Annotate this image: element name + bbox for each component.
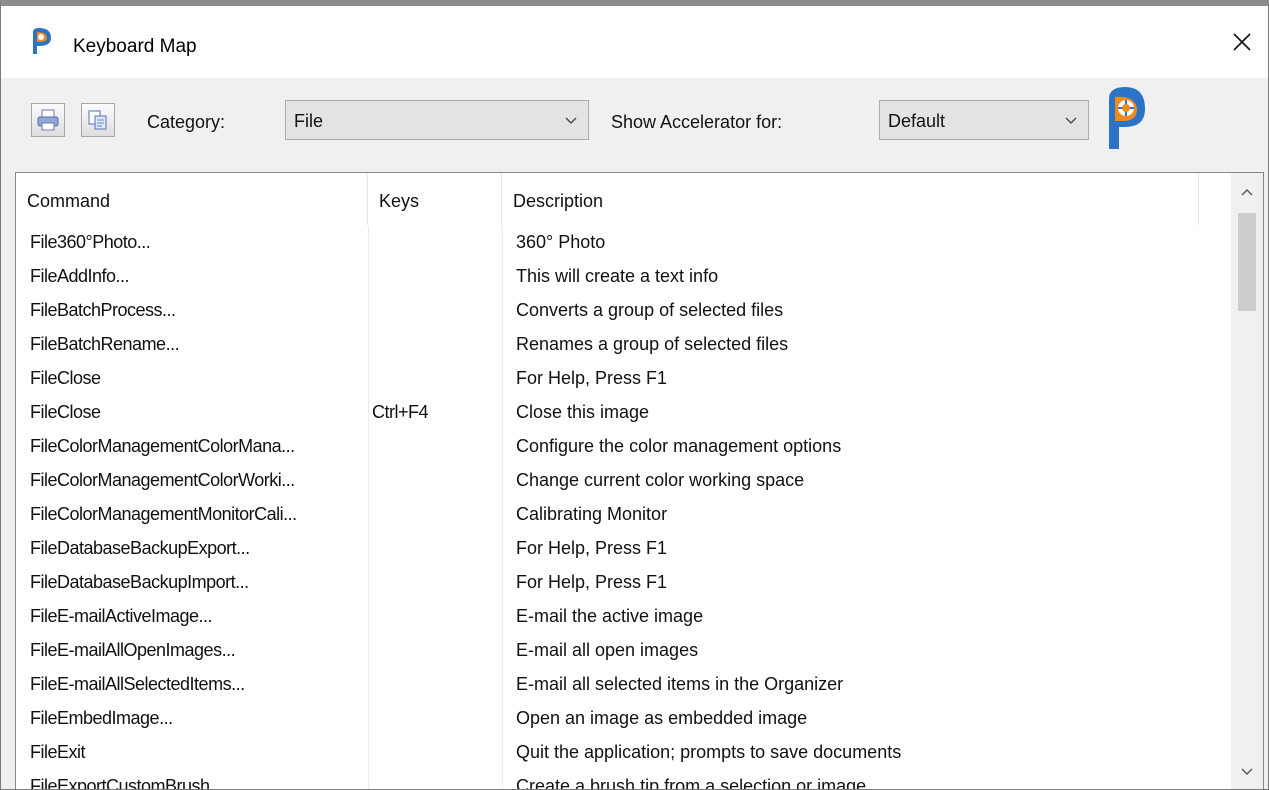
- category-select[interactable]: File: [285, 100, 589, 140]
- column-header-command[interactable]: Command: [16, 173, 368, 225]
- cell-command: FileAddInfo...: [30, 266, 130, 286]
- cell-command: FileBatchProcess...: [30, 300, 176, 320]
- table-row[interactable]: FileE-mailAllSelectedItems... E-mail all…: [16, 668, 1234, 702]
- cell-command: FileClose: [30, 402, 101, 422]
- print-button[interactable]: [31, 103, 65, 137]
- table-row[interactable]: FileAddInfo... This will create a text i…: [16, 260, 1234, 294]
- close-button[interactable]: [1216, 20, 1268, 64]
- table-row[interactable]: FileBatchProcess... Converts a group of …: [16, 294, 1234, 328]
- table-row[interactable]: FileExportCustomBrush... Create a brush …: [16, 770, 1234, 790]
- cell-command: FileE-mailAllOpenImages...: [30, 640, 236, 660]
- paintshop-pro-logo: [1109, 87, 1145, 149]
- chevron-down-icon: [1241, 768, 1253, 775]
- cell-command: File360°Photo...: [30, 232, 151, 252]
- cell-command: FileClose: [30, 368, 101, 388]
- cell-description: Calibrating Monitor: [516, 504, 668, 524]
- command-list[interactable]: Command Keys Description File360°Photo..…: [15, 172, 1264, 790]
- cell-command: FileColorManagementColorMana...: [30, 436, 295, 456]
- print-icon: [37, 109, 59, 131]
- copy-icon: [88, 110, 107, 130]
- cell-command: FileE-mailActiveImage...: [30, 606, 213, 626]
- table-row[interactable]: FileDatabaseBackupImport... For Help, Pr…: [16, 566, 1234, 600]
- cell-description: 360° Photo: [516, 232, 606, 252]
- cell-command: FileEmbedImage...: [30, 708, 173, 728]
- table-row[interactable]: FileBatchRename... Renames a group of se…: [16, 328, 1234, 362]
- table-row[interactable]: FileE-mailActiveImage... E-mail the acti…: [16, 600, 1234, 634]
- cell-description: Converts a group of selected files: [516, 300, 784, 320]
- table-row[interactable]: FileEmbedImage... Open an image as embed…: [16, 702, 1234, 736]
- table-row[interactable]: FileClose Ctrl+F4 Close this image: [16, 396, 1234, 430]
- scroll-thumb[interactable]: [1238, 213, 1256, 311]
- cell-description: Renames a group of selected files: [516, 334, 789, 354]
- cell-description: Close this image: [516, 402, 650, 422]
- table-row[interactable]: FileColorManagementColorMana... Configur…: [16, 430, 1234, 464]
- scroll-down-button[interactable]: [1231, 757, 1263, 787]
- cell-description: This will create a text info: [516, 266, 719, 286]
- cell-description: Configure the color management options: [516, 436, 842, 456]
- table-row[interactable]: FileExit Quit the application; prompts t…: [16, 736, 1234, 770]
- table-row[interactable]: FileColorManagementColorWorki... Change …: [16, 464, 1234, 498]
- cell-command: FileExportCustomBrush...: [30, 776, 224, 790]
- cell-description: E-mail all open images: [516, 640, 699, 660]
- cell-command: FileDatabaseBackupExport...: [30, 538, 250, 558]
- cell-description: Create a brush tip from a selection or i…: [516, 776, 867, 790]
- category-value: File: [294, 111, 324, 131]
- chevron-down-icon: [1060, 109, 1082, 131]
- table-row[interactable]: FileClose For Help, Press F1: [16, 362, 1234, 396]
- cell-description: Open an image as embedded image: [516, 708, 808, 728]
- scroll-up-button[interactable]: [1231, 177, 1263, 207]
- cell-description: For Help, Press F1: [516, 538, 668, 558]
- cell-command: FileExit: [30, 742, 86, 762]
- cell-description: For Help, Press F1: [516, 368, 668, 388]
- accelerator-value: Default: [888, 111, 946, 131]
- vertical-scrollbar[interactable]: [1231, 173, 1263, 789]
- keyboard-map-window: Keyboard Map Category: File Show Acceler…: [0, 0, 1269, 790]
- column-header-keys[interactable]: Keys: [368, 173, 502, 225]
- table-row[interactable]: FileE-mailAllOpenImages... E-mail all op…: [16, 634, 1234, 668]
- list-rows: File360°Photo... 360° Photo FileAddInfo.…: [16, 226, 1234, 790]
- table-row[interactable]: FileColorManagementMonitorCali... Calibr…: [16, 498, 1234, 532]
- cell-description: For Help, Press F1: [516, 572, 668, 592]
- close-icon: [1233, 33, 1251, 51]
- cell-command: FileE-mailAllSelectedItems...: [30, 674, 245, 694]
- copy-button[interactable]: [81, 103, 115, 137]
- cell-command: FileColorManagementMonitorCali...: [30, 504, 297, 524]
- cell-description: Change current color working space: [516, 470, 805, 490]
- cell-description: E-mail all selected items in the Organiz…: [516, 674, 844, 694]
- paintshop-pro-icon: [33, 28, 51, 54]
- cell-command: FileDatabaseBackupImport...: [30, 572, 249, 592]
- chevron-up-icon: [1241, 189, 1253, 196]
- chevron-down-icon: [560, 109, 582, 131]
- cell-keys: Ctrl+F4: [372, 402, 429, 422]
- accelerator-label: Show Accelerator for:: [611, 112, 783, 132]
- accelerator-select[interactable]: Default: [879, 100, 1089, 140]
- category-label: Category:: [147, 112, 226, 132]
- list-header: Command Keys Description: [16, 173, 1234, 225]
- cell-command: FileBatchRename...: [30, 334, 180, 354]
- window-title: Keyboard Map: [73, 36, 197, 57]
- cell-description: E-mail the active image: [516, 606, 704, 626]
- cell-description: Quit the application; prompts to save do…: [516, 742, 902, 762]
- title-bar: Keyboard Map: [1, 6, 1268, 78]
- toolbar: Category: File Show Accelerator for: Def…: [1, 78, 1268, 168]
- table-row[interactable]: FileDatabaseBackupExport... For Help, Pr…: [16, 532, 1234, 566]
- column-header-description[interactable]: Description: [502, 173, 1199, 225]
- cell-command: FileColorManagementColorWorki...: [30, 470, 295, 490]
- table-row[interactable]: File360°Photo... 360° Photo: [16, 226, 1234, 260]
